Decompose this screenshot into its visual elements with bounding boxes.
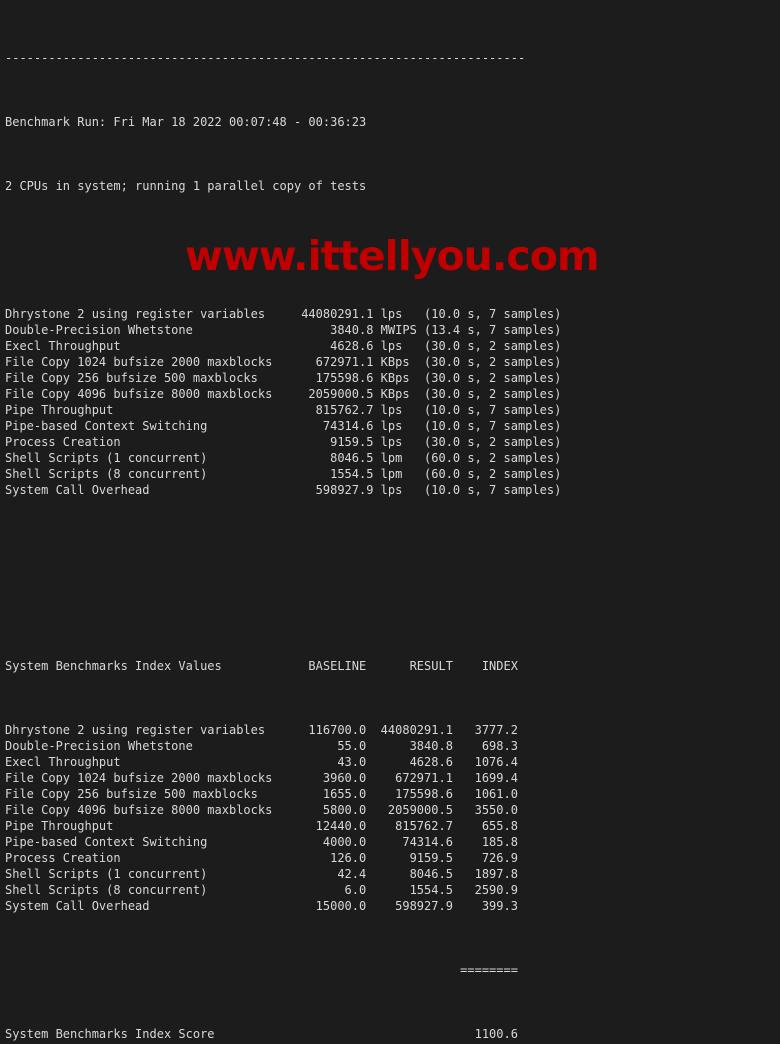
raw-results-block: Dhrystone 2 using register variables 440…: [5, 306, 780, 498]
terminal-window: www.ittellyou.com ----------------------…: [0, 0, 780, 1041]
index-results-block: Dhrystone 2 using register variables 116…: [5, 722, 780, 914]
index-result-row: Dhrystone 2 using register variables 116…: [5, 723, 518, 737]
raw-result-row: File Copy 1024 bufsize 2000 maxblocks 67…: [5, 355, 562, 369]
index-result-row: File Copy 4096 bufsize 8000 maxblocks 58…: [5, 803, 518, 817]
raw-result-row: Dhrystone 2 using register variables 440…: [5, 307, 562, 321]
separator-top-line: ----------------------------------------…: [5, 51, 526, 65]
raw-result-row: File Copy 256 bufsize 500 maxblocks 1755…: [5, 371, 562, 385]
raw-result-row: Process Creation 9159.5 lps (30.0 s, 2 s…: [5, 435, 562, 449]
index-result-row: Pipe-based Context Switching 4000.0 7431…: [5, 835, 518, 849]
benchmark-run-header: Benchmark Run: Fri Mar 18 2022 00:07:48 …: [5, 115, 367, 129]
index-result-row: File Copy 1024 bufsize 2000 maxblocks 39…: [5, 771, 518, 785]
index-result-row: Pipe Throughput 12440.0 815762.7 655.8: [5, 819, 518, 833]
index-result-row: System Call Overhead 15000.0 598927.9 39…: [5, 899, 518, 913]
index-result-row: File Copy 256 bufsize 500 maxblocks 1655…: [5, 787, 518, 801]
cpu-info-line: 2 CPUs in system; running 1 parallel cop…: [5, 179, 367, 193]
index-result-row: Double-Precision Whetstone 55.0 3840.8 6…: [5, 739, 518, 753]
raw-result-row: Execl Throughput 4628.6 lps (30.0 s, 2 s…: [5, 339, 562, 353]
score-separator: ========: [5, 963, 518, 977]
index-result-row: Execl Throughput 43.0 4628.6 1076.4: [5, 755, 518, 769]
index-result-row: Shell Scripts (8 concurrent) 6.0 1554.5 …: [5, 883, 518, 897]
raw-result-row: Shell Scripts (8 concurrent) 1554.5 lpm …: [5, 467, 562, 481]
raw-result-row: Pipe-based Context Switching 74314.6 lps…: [5, 419, 562, 433]
index-result-row: Process Creation 126.0 9159.5 726.9: [5, 851, 518, 865]
terminal-output: ----------------------------------------…: [5, 2, 780, 1044]
index-score-row: System Benchmarks Index Score 1100.6: [5, 1027, 518, 1041]
index-values-header: System Benchmarks Index Values BASELINE …: [5, 659, 518, 673]
raw-result-row: System Call Overhead 598927.9 lps (10.0 …: [5, 483, 562, 497]
index-result-row: Shell Scripts (1 concurrent) 42.4 8046.5…: [5, 867, 518, 881]
raw-result-row: Pipe Throughput 815762.7 lps (10.0 s, 7 …: [5, 403, 562, 417]
raw-result-row: Double-Precision Whetstone 3840.8 MWIPS …: [5, 323, 562, 337]
raw-result-row: Shell Scripts (1 concurrent) 8046.5 lpm …: [5, 451, 562, 465]
raw-result-row: File Copy 4096 bufsize 8000 maxblocks 20…: [5, 387, 562, 401]
